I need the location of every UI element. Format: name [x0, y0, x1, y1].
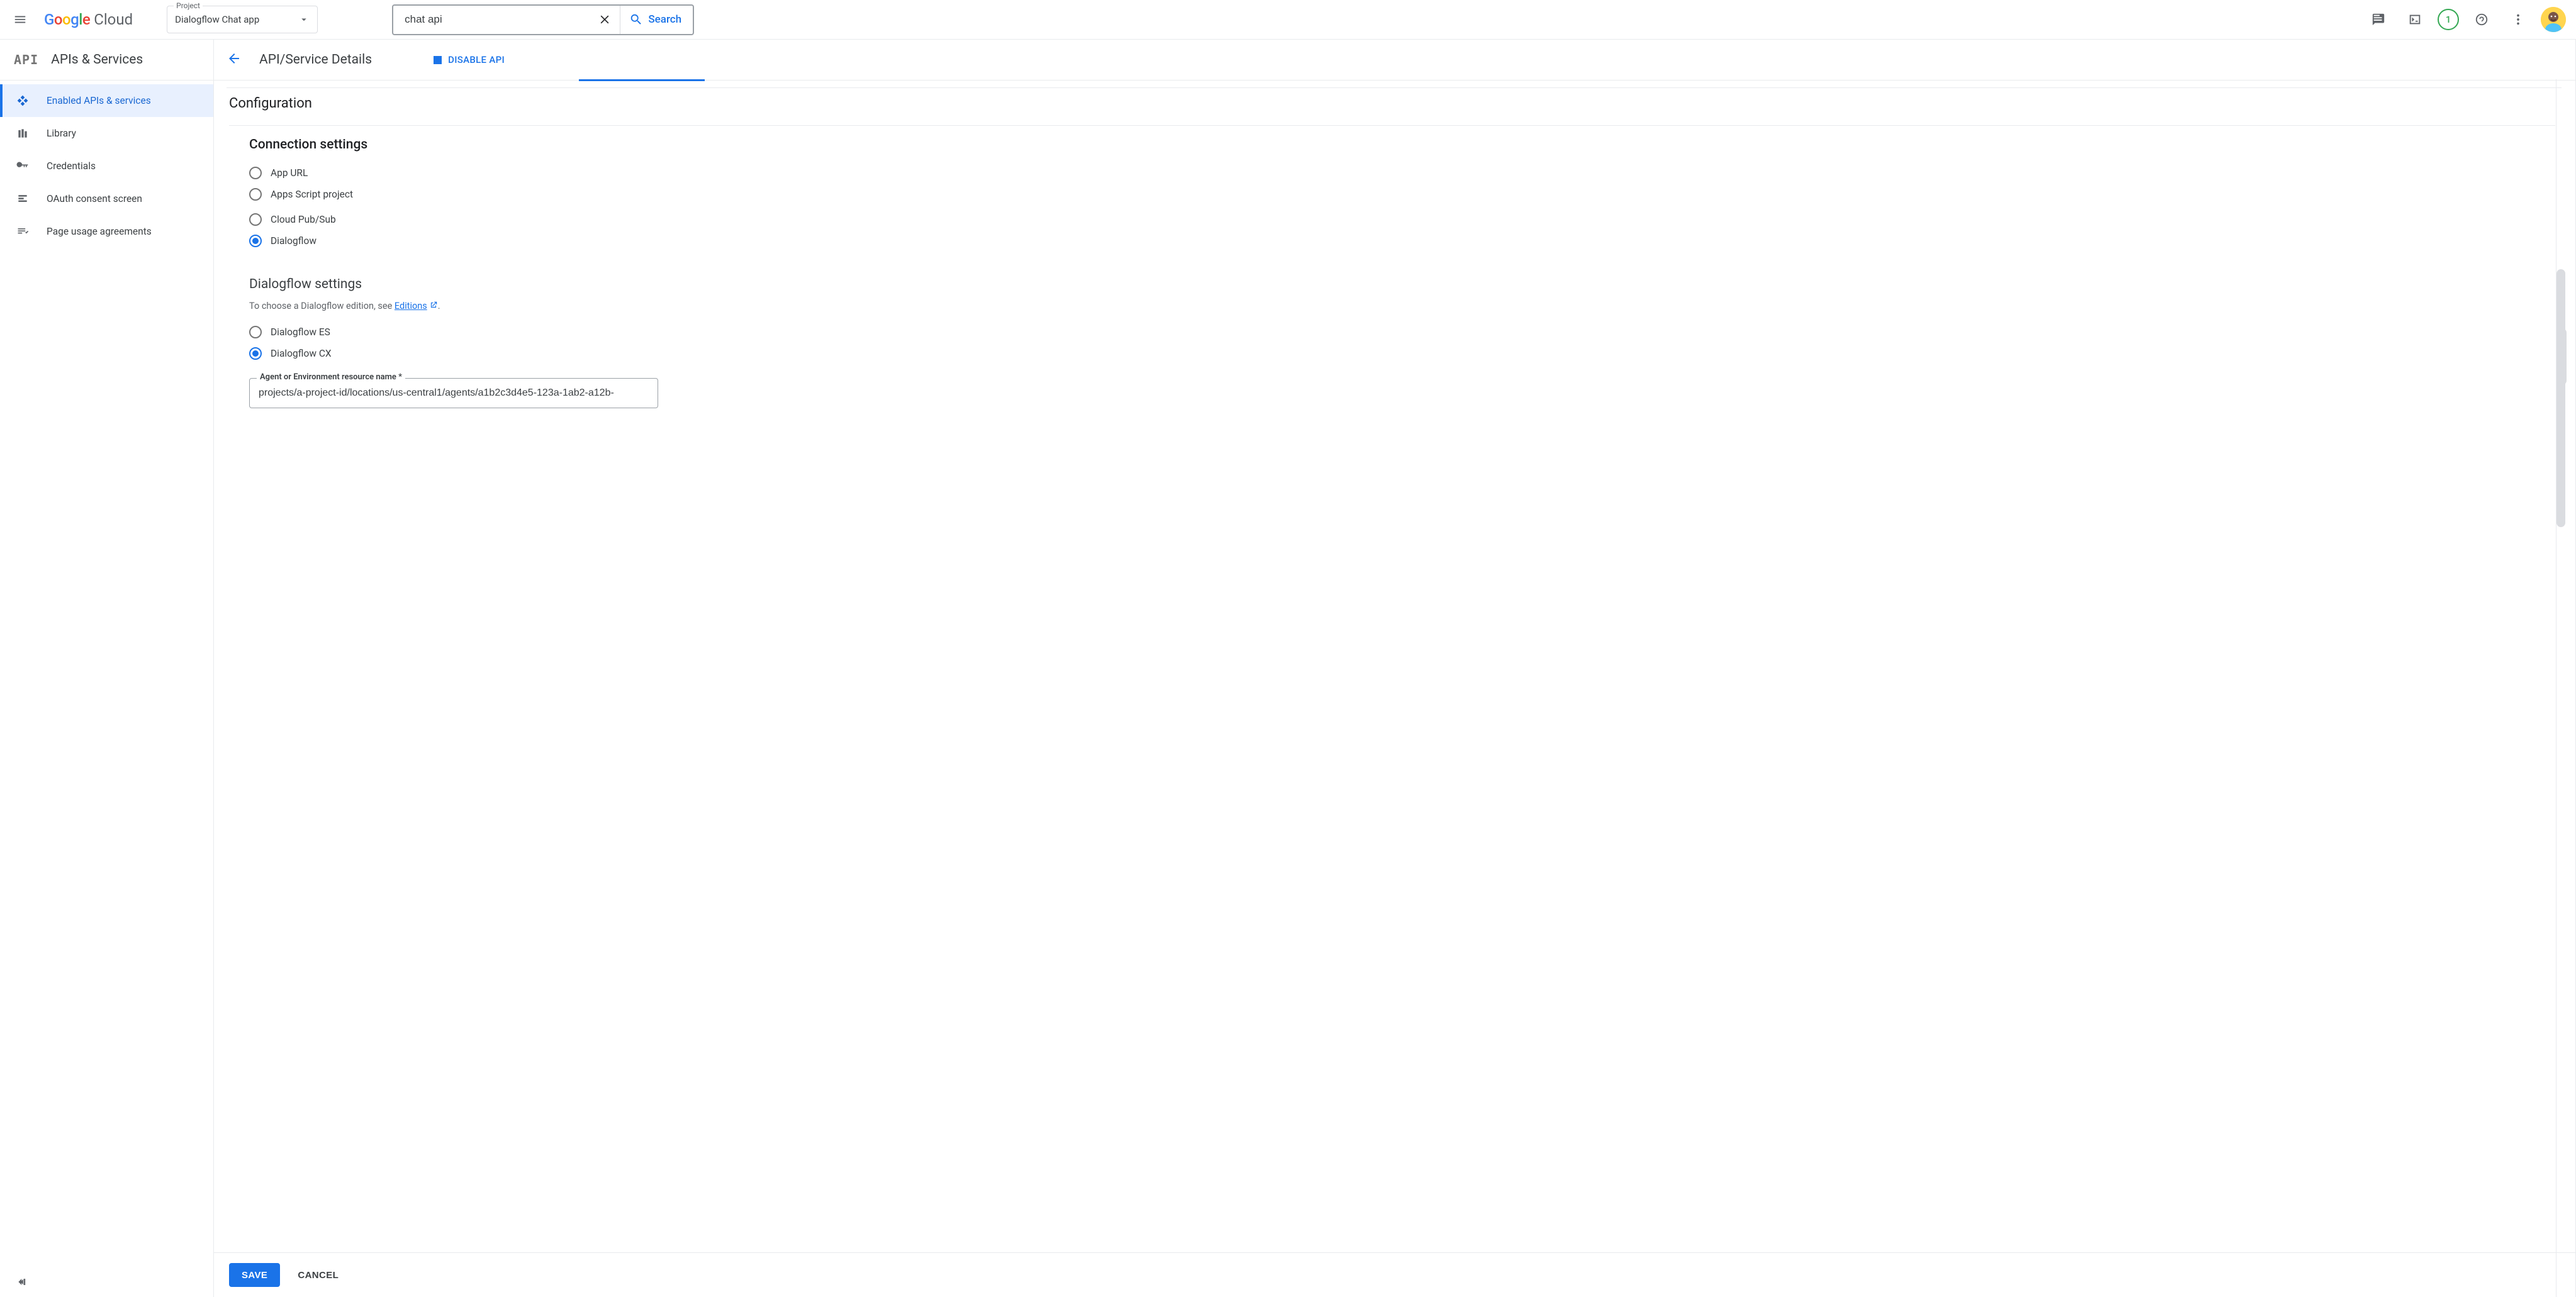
search-icon [629, 13, 643, 26]
chat-icon [2372, 13, 2385, 26]
sidebar-section-title: APIs & Services [51, 52, 143, 67]
page-divider [227, 87, 2562, 88]
radio-label: App URL [271, 167, 308, 179]
connection-option-apps-script[interactable]: Apps Script project [249, 184, 2555, 205]
search-clear-button[interactable] [590, 6, 620, 34]
sidebar-item-label: OAuth consent screen [47, 193, 142, 204]
content-scroll[interactable]: Configuration Connection settings App UR… [214, 81, 2575, 1252]
sidebar-item-label: Library [47, 128, 76, 139]
terminal-icon [2408, 13, 2422, 26]
project-picker-value: Dialogflow Chat app [175, 14, 298, 25]
radio-icon [249, 235, 262, 247]
chat-button[interactable] [2365, 6, 2392, 33]
back-button[interactable] [227, 51, 242, 69]
editions-link[interactable]: Editions [395, 301, 427, 311]
top-bar: Google Cloud Project Dialogflow Chat app… [0, 0, 2576, 40]
chevron-left-icon [16, 1276, 29, 1288]
page-header: API/Service Details DISABLE API [214, 40, 2575, 81]
scrollbar-thumb[interactable] [2556, 269, 2565, 527]
radio-label: Apps Script project [271, 189, 353, 200]
sidebar-item-enabled-apis[interactable]: Enabled APIs & services [0, 84, 213, 117]
connection-heading: Connection settings [249, 137, 2555, 152]
sidebar-item-label: Page usage agreements [47, 226, 152, 237]
save-button[interactable]: SAVE [229, 1263, 280, 1287]
google-wordmark: Google [44, 11, 90, 28]
config-heading: Configuration [229, 96, 2555, 111]
radio-label: Dialogflow CX [271, 348, 332, 359]
sidebar-item-oauth-consent[interactable]: OAuth consent screen [0, 182, 213, 215]
edition-option-cx[interactable]: Dialogflow CX [249, 343, 2555, 364]
more-vert-icon [2511, 13, 2525, 26]
active-tab-indicator [579, 79, 705, 81]
diamond-icon [16, 94, 29, 107]
radio-label: Dialogflow ES [271, 326, 330, 338]
search-button-label: Search [648, 13, 681, 26]
edition-option-es[interactable]: Dialogflow ES [249, 321, 2555, 343]
helper-prefix: To choose a Dialogflow edition, see [249, 301, 395, 311]
hamburger-icon [13, 13, 27, 26]
api-mark-icon: API [14, 52, 38, 67]
dialogflow-heading: Dialogflow settings [249, 277, 2555, 292]
search-bar: Search [392, 4, 694, 35]
search-input[interactable] [393, 6, 590, 34]
consent-icon [16, 192, 29, 205]
radio-label: Dialogflow [271, 235, 316, 247]
sidebar-item-label: Enabled APIs & services [47, 95, 151, 106]
cloud-shell-button[interactable] [2401, 6, 2429, 33]
agent-resource-field: Agent or Environment resource name * [249, 378, 658, 408]
sidebar-nav: Enabled APIs & services Library Credenti… [0, 81, 213, 248]
connection-option-app-url[interactable]: App URL [249, 162, 2555, 184]
radio-icon [249, 347, 262, 360]
page-footer: SAVE CANCEL [214, 1252, 2575, 1297]
project-picker-label: Project [174, 1, 203, 10]
sidebar-collapse-button[interactable] [0, 1267, 213, 1297]
notifications-badge[interactable]: 1 [2438, 9, 2459, 30]
disable-api-label: DISABLE API [448, 54, 505, 65]
more-button[interactable] [2504, 6, 2532, 33]
close-icon [598, 13, 611, 26]
agreement-icon [16, 225, 29, 238]
arrow-left-icon [227, 51, 242, 66]
agent-field-label: Agent or Environment resource name * [257, 372, 405, 382]
key-icon [16, 160, 29, 172]
cancel-button[interactable]: CANCEL [298, 1270, 339, 1281]
sidebar-item-credentials[interactable]: Credentials [0, 150, 213, 182]
connection-option-dialogflow[interactable]: Dialogflow [249, 230, 2555, 252]
cloud-wordmark: Cloud [94, 11, 133, 28]
google-cloud-logo[interactable]: Google Cloud [44, 11, 158, 28]
radio-icon [249, 326, 262, 338]
help-icon [2475, 13, 2489, 26]
caret-down-icon [298, 14, 310, 25]
dialogflow-helper: To choose a Dialogflow edition, see Edit… [249, 301, 2555, 311]
library-icon [16, 127, 29, 140]
external-link-icon [429, 301, 438, 309]
search-button[interactable]: Search [620, 6, 693, 34]
help-button[interactable] [2468, 6, 2495, 33]
radio-icon [249, 188, 262, 201]
radio-icon [249, 213, 262, 226]
avatar-icon [2541, 7, 2566, 32]
main-pane: API/Service Details DISABLE API Configur… [214, 40, 2575, 1297]
radio-label: Cloud Pub/Sub [271, 214, 336, 225]
divider [229, 125, 2555, 126]
sidebar-header[interactable]: API APIs & Services [0, 40, 213, 81]
sidebar-item-library[interactable]: Library [0, 117, 213, 150]
notifications-count: 1 [2446, 14, 2451, 25]
helper-suffix: . [438, 301, 440, 311]
connection-option-pubsub[interactable]: Cloud Pub/Sub [249, 209, 2555, 230]
sidebar-item-page-usage[interactable]: Page usage agreements [0, 215, 213, 248]
radio-icon [249, 167, 262, 179]
account-avatar[interactable] [2541, 7, 2566, 32]
page-title: API/Service Details [259, 52, 372, 67]
stop-icon [434, 56, 442, 64]
agent-resource-input[interactable] [249, 378, 658, 408]
sidebar-item-label: Credentials [47, 160, 96, 172]
disable-api-button[interactable]: DISABLE API [434, 54, 505, 65]
project-picker[interactable]: Project Dialogflow Chat app [167, 6, 318, 33]
sidebar: API APIs & Services Enabled APIs & servi… [0, 40, 214, 1297]
main-menu-button[interactable] [5, 4, 35, 35]
